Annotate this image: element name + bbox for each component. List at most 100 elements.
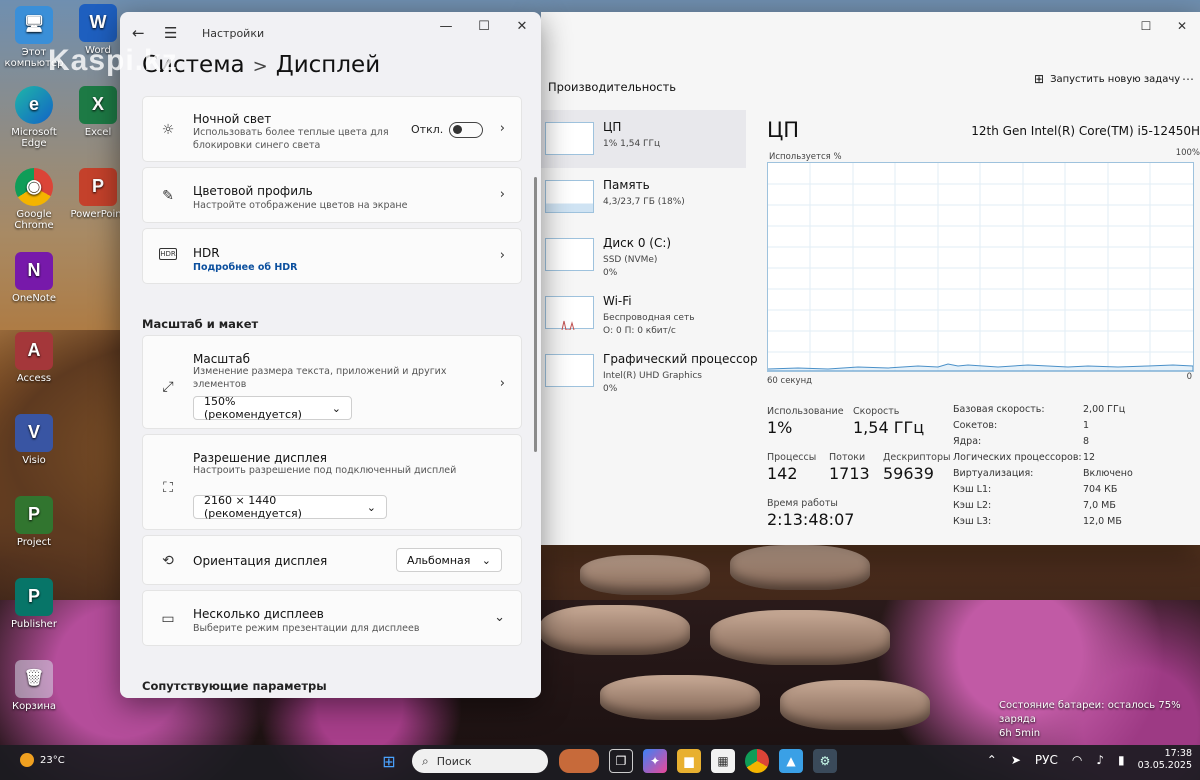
close-button[interactable]: ✕	[1164, 12, 1200, 40]
card-description: Настроить разрешение под подключенный ди…	[193, 465, 457, 476]
desktop-icon-edge[interactable]: e Microsoft Edge	[2, 86, 66, 149]
windows-start-icon[interactable]: ⊞	[377, 749, 401, 773]
show-hidden-icons-chevron-icon[interactable]: ⌃	[987, 753, 997, 767]
graph-grid	[768, 163, 1193, 371]
detail-key: Кэш L3:	[953, 516, 992, 527]
hdr-card[interactable]: HDR HDR Подробнее об HDR ›	[142, 228, 522, 284]
card-description: Настройте отображение цветов на экране	[193, 200, 408, 211]
run-new-task-button[interactable]: ⊞ Запустить новую задачу	[1034, 72, 1180, 86]
resource-gpu[interactable]: Графический процессор Intel(R) UHD Graph…	[541, 342, 758, 400]
brightness-sun-icon: ☼	[161, 122, 175, 138]
settings-content: ☼ Ночной свет Использовать более теплые …	[142, 96, 522, 693]
card-description: Использовать более теплые цвета для блок…	[193, 127, 389, 151]
cpu-title: ЦП	[767, 118, 800, 142]
resource-sub-1: Беспроводная сеть	[603, 313, 695, 323]
desktop-icon-chrome[interactable]: ◉ Google Chrome	[2, 168, 66, 231]
resource-name: Графический процессор	[603, 352, 758, 366]
night-light-card[interactable]: ☼ Ночной свет Использовать более теплые …	[142, 96, 522, 162]
stat-handles: Дескрипторы 59639	[883, 452, 951, 483]
resource-sub-1: 1% 1,54 ГГц	[603, 139, 661, 149]
resource-cpu[interactable]: ЦП 1% 1,54 ГГц	[541, 110, 746, 168]
window-title: Настройки	[202, 26, 265, 40]
hamburger-menu-icon[interactable]: ☰	[164, 24, 192, 42]
publisher-icon: P	[15, 578, 53, 616]
resource-name: ЦП	[603, 120, 622, 134]
photos-icon[interactable]: ▲	[779, 749, 803, 773]
desktop-icon-label: Корзина	[11, 701, 57, 712]
scale-card[interactable]: ⤢ Масштаб Изменение размера текста, прил…	[142, 335, 522, 429]
night-light-toggle[interactable]	[449, 122, 483, 138]
resource-list: ЦП 1% 1,54 ГГц Память 4,3/23,7 ГБ (18%) …	[541, 110, 758, 400]
detail-key: Базовая скорость:	[953, 404, 1045, 415]
back-arrow-icon[interactable]: ←	[132, 24, 156, 42]
excel-icon: X	[79, 86, 117, 124]
stat-label: Процессы	[767, 452, 817, 463]
toggle-state-label: Откл.	[411, 123, 444, 136]
detail-key: Кэш L2:	[953, 500, 992, 511]
close-button[interactable]: ✕	[503, 12, 541, 40]
stat-value: 2:13:48:07	[767, 510, 855, 529]
resource-memory[interactable]: Память 4,3/23,7 ГБ (18%)	[541, 168, 746, 226]
run-task-icon: ⊞	[1034, 72, 1045, 86]
clock[interactable]: 17:38 03.05.2025	[1138, 748, 1192, 773]
section-heading: Сопутствующие параметры	[142, 679, 327, 693]
resource-sub-2: 0%	[603, 384, 618, 395]
desktop-icon-recycle-bin[interactable]: 🗑 Корзина	[2, 660, 66, 712]
resource-disk[interactable]: Диск 0 (C:) SSD (NVMe) 0%	[541, 226, 746, 284]
access-icon: A	[15, 332, 53, 370]
orientation-dropdown[interactable]: Альбомная ⌄	[396, 548, 502, 572]
memory-thumbnail-graph	[545, 180, 594, 213]
weather-widget[interactable]: 23°C	[20, 753, 65, 767]
orientation-icon: ⟲	[162, 553, 174, 569]
store-icon[interactable]: ▦	[711, 749, 735, 773]
resource-name: Wi-Fi	[603, 294, 632, 308]
minimize-button[interactable]: —	[427, 12, 465, 40]
desktop-icon-onenote[interactable]: N OneNote	[2, 252, 66, 304]
color-profile-card[interactable]: ✎ Цветовой профиль Настройте отображение…	[142, 167, 522, 223]
desktop-icon-label: Microsoft Edge	[11, 127, 57, 149]
resource-wifi[interactable]: Wi-Fi Беспроводная сеть О: 0 П: 0 кбит/с	[541, 284, 746, 342]
wifi-thumbnail-graph	[545, 296, 594, 331]
copilot-icon[interactable]: ✦	[643, 749, 667, 773]
hdr-learn-more-link[interactable]: Подробнее об HDR	[193, 262, 393, 275]
detail-value: 1	[1083, 420, 1090, 431]
chrome-icon: ◉	[15, 168, 53, 206]
desktop-icon-access[interactable]: A Access	[2, 332, 66, 384]
desktop-icon-visio[interactable]: V Visio	[2, 414, 66, 466]
taskbar-search[interactable]: ⌕ Поиск	[412, 749, 548, 773]
resource-sub-1: SSD (NVMe)	[603, 255, 658, 265]
location-icon[interactable]: ➤	[1011, 753, 1021, 767]
stat-speed: Скорость 1,54 ГГц	[853, 406, 924, 437]
more-options-icon[interactable]: ⋯	[1182, 72, 1194, 86]
chevron-down-icon[interactable]: ⌄	[494, 610, 505, 625]
search-highlight-icon[interactable]	[559, 749, 599, 773]
file-explorer-icon[interactable]: ▆	[677, 749, 701, 773]
scrollbar[interactable]	[534, 177, 537, 452]
volume-icon[interactable]: ♪	[1096, 753, 1104, 767]
chrome-taskbar-icon[interactable]	[745, 749, 769, 773]
desktop-icon-publisher[interactable]: P Publisher	[2, 578, 66, 630]
graph-x-right: 0	[1186, 372, 1192, 382]
maximize-button[interactable]: ☐	[1128, 12, 1164, 40]
desktop-icon-label: Publisher	[11, 619, 57, 630]
utilization-label: Используется %	[769, 152, 842, 162]
multiple-displays-card[interactable]: ▭ Несколько дисплеев Выберите режим през…	[142, 590, 522, 646]
resolution-card[interactable]: ⛶ Разрешение дисплея Настроить разрешени…	[142, 434, 522, 530]
task-view-icon[interactable]: ❐	[609, 749, 633, 773]
detail-key: Сокетов:	[953, 420, 998, 431]
dropdown-value: 2160 × 1440 (рекомендуется)	[204, 494, 302, 520]
battery-icon[interactable]: ▮	[1118, 753, 1125, 767]
edge-icon: e	[15, 86, 53, 124]
chevron-down-icon: ⌄	[481, 553, 491, 567]
settings-gear-icon[interactable]: ⚙	[813, 749, 837, 773]
resolution-dropdown[interactable]: 2160 × 1440 (рекомендуется) ⌄	[193, 494, 387, 520]
orientation-card[interactable]: ⟲ Ориентация дисплея Альбомная ⌄	[142, 535, 522, 585]
stat-value: 142	[767, 464, 798, 483]
maximize-button[interactable]: ☐	[465, 12, 503, 40]
language-indicator[interactable]: РУС	[1035, 753, 1058, 767]
desktop-icon-project[interactable]: P Project	[2, 496, 66, 548]
wifi-icon[interactable]: ◠	[1072, 753, 1082, 767]
window-controls: — ☐ ✕	[427, 12, 541, 40]
scale-dropdown[interactable]: 150% (рекомендуется) ⌄	[193, 395, 352, 421]
stat-threads: Потоки 1713	[829, 452, 870, 483]
